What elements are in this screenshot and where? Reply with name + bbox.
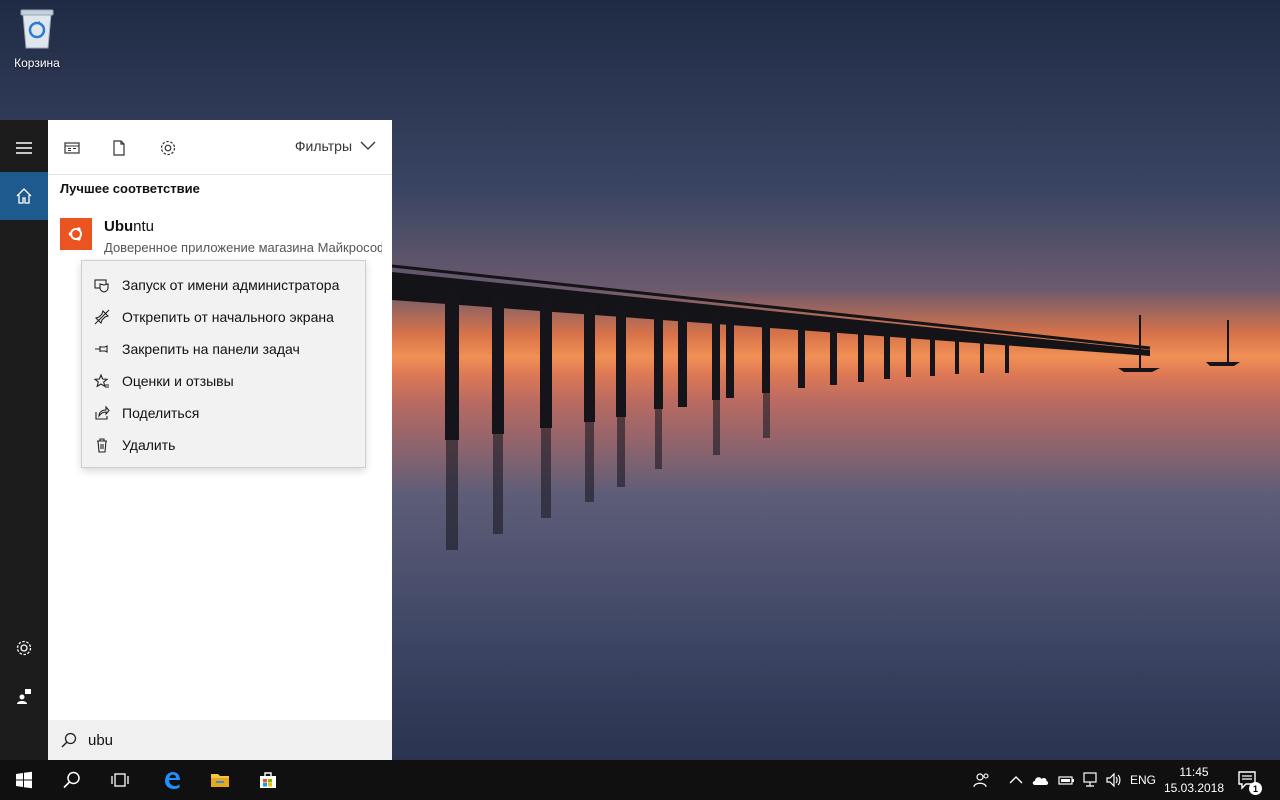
- recycle-bin-desktop-icon[interactable]: Корзина: [6, 6, 68, 78]
- battery-tray-button[interactable]: [1056, 770, 1076, 790]
- best-match-heading: Лучшее соответствие: [60, 181, 200, 196]
- menu-item-unpin-start[interactable]: Открепить от начального экрана: [82, 301, 365, 333]
- clock-date: 15.03.2018: [1163, 781, 1225, 795]
- pin-taskbar-icon: [95, 345, 108, 353]
- panel-toolbar: Фильтры: [48, 120, 392, 175]
- edge-taskbar-button[interactable]: [148, 760, 196, 800]
- hamburger-menu-button[interactable]: [0, 124, 48, 172]
- recycle-bin-icon: [20, 9, 54, 49]
- ubuntu-app-tile: [60, 218, 92, 250]
- store-icon: [260, 772, 276, 788]
- trash-icon: [97, 438, 107, 453]
- documents-icon: [113, 140, 125, 156]
- person-feedback-icon: [17, 689, 31, 704]
- search-input[interactable]: [88, 731, 368, 749]
- battery-icon: [1058, 776, 1074, 785]
- feedback-button[interactable]: [0, 672, 48, 720]
- people-icon: [973, 773, 989, 788]
- network-tray-button[interactable]: [1080, 770, 1100, 790]
- chevron-down-icon: [360, 141, 376, 150]
- network-icon: [1083, 772, 1097, 787]
- shield-admin-icon: [94, 279, 109, 293]
- settings-gear-icon: [160, 140, 176, 156]
- clock[interactable]: 11:45 15.03.2018: [1163, 764, 1225, 796]
- chevron-up-icon: [1009, 776, 1023, 784]
- volume-tray-button[interactable]: [1104, 770, 1124, 790]
- task-view-icon: [111, 773, 129, 787]
- file-explorer-icon: [211, 774, 229, 787]
- filters-dropdown[interactable]: Фильтры: [295, 138, 376, 154]
- task-view-button[interactable]: [96, 760, 144, 800]
- share-icon: [95, 405, 110, 420]
- menu-item-uninstall[interactable]: Удалить: [82, 429, 365, 461]
- menu-item-run-as-admin[interactable]: Запуск от имени администратора: [82, 269, 365, 301]
- menu-item-pin-taskbar[interactable]: Закрепить на панели задач: [82, 333, 365, 365]
- ubuntu-logo-icon: [68, 227, 82, 241]
- apps-filter-button[interactable]: [61, 137, 83, 159]
- documents-filter-button[interactable]: [108, 137, 130, 159]
- apps-icon: [64, 142, 80, 154]
- recycle-bin-label: Корзина: [14, 56, 60, 70]
- clock-time: 11:45: [1179, 765, 1209, 779]
- windows-start-icon: [16, 771, 32, 789]
- settings-filter-button[interactable]: [157, 137, 179, 159]
- settings-button[interactable]: [0, 624, 48, 672]
- home-button[interactable]: [0, 172, 48, 220]
- volume-icon: [1106, 772, 1121, 788]
- gear-icon: [16, 640, 32, 656]
- people-tray-button[interactable]: [972, 770, 992, 790]
- edge-icon: [165, 772, 180, 789]
- menu-item-ratings-reviews[interactable]: Оценки и отзывы: [82, 365, 365, 397]
- search-icon: [61, 732, 77, 748]
- store-taskbar-button[interactable]: [244, 760, 292, 800]
- star-rating-icon: [94, 373, 109, 388]
- start-rail: [0, 120, 48, 760]
- taskbar-search-button[interactable]: [48, 760, 96, 800]
- onedrive-cloud-icon: [1032, 777, 1049, 785]
- search-panel: Фильтры Лучшее соответствие Ubuntu Довер…: [48, 120, 392, 760]
- unpin-icon: [94, 309, 110, 325]
- onedrive-tray-button[interactable]: [1030, 770, 1050, 790]
- filters-label: Фильтры: [294, 138, 352, 154]
- show-hidden-icons-button[interactable]: [1006, 770, 1026, 790]
- file-explorer-taskbar-button[interactable]: [196, 760, 244, 800]
- context-menu: Запуск от имени администратора Открепить…: [81, 260, 366, 468]
- hamburger-menu-icon: [16, 142, 32, 154]
- home-icon: [16, 188, 32, 204]
- search-box[interactable]: [48, 720, 392, 760]
- language-indicator[interactable]: ENG: [1130, 773, 1156, 787]
- menu-item-share[interactable]: Поделиться: [82, 397, 365, 429]
- search-icon: [63, 771, 80, 789]
- notification-count-badge: 1: [1249, 782, 1262, 795]
- taskbar: ENG 11:45 15.03.2018 1: [0, 760, 1280, 800]
- result-app-description: Доверенное приложение магазина Майкрософ…: [104, 240, 382, 255]
- start-button[interactable]: [0, 760, 48, 800]
- result-app-name: Ubuntu: [104, 218, 155, 235]
- action-center-button[interactable]: 1: [1236, 769, 1262, 795]
- best-match-result[interactable]: Ubuntu Доверенное приложение магазина Ма…: [48, 212, 392, 258]
